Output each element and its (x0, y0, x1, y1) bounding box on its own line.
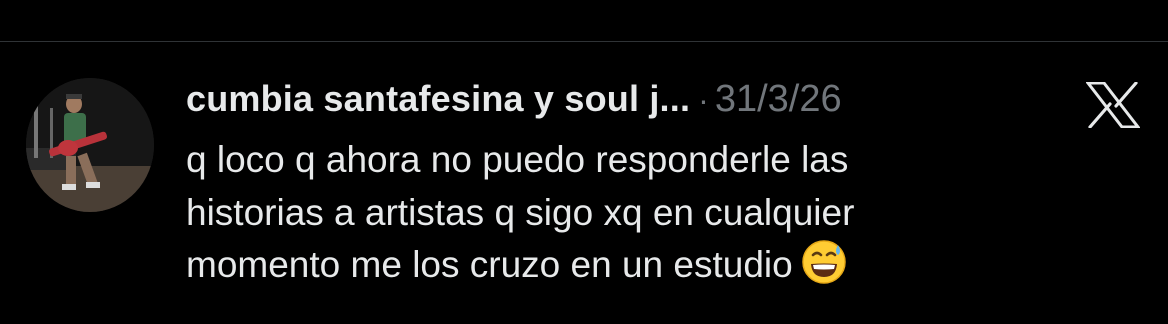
avatar[interactable] (26, 78, 154, 212)
avatar-photo (26, 78, 154, 212)
author-name[interactable]: cumbia santafesina y soul j... (186, 78, 690, 120)
x-logo-icon (1086, 82, 1140, 128)
post-text-line: q loco q ahora no puedo responderle las (186, 139, 849, 180)
top-divider (0, 41, 1168, 42)
post-text-line-content: momento me los cruzo en un estudio (186, 244, 793, 285)
post-screen: cumbia santafesina y soul j... · 31/3/26… (0, 0, 1168, 324)
separator-dot: · (698, 82, 709, 118)
post-header: cumbia santafesina y soul j... · 31/3/26 (186, 78, 842, 124)
post-text: q loco q ahora no puedo responderle las … (186, 134, 1086, 300)
post-text-line-last: momento me los cruzo en un estudio (186, 239, 1086, 300)
post-text-line: historias a artistas q sigo xq en cualqu… (186, 191, 855, 233)
close-button[interactable] (1086, 82, 1140, 128)
post-date[interactable]: 31/3/26 (715, 78, 842, 121)
grinning-face-with-sweat-emoji-icon (801, 239, 847, 300)
